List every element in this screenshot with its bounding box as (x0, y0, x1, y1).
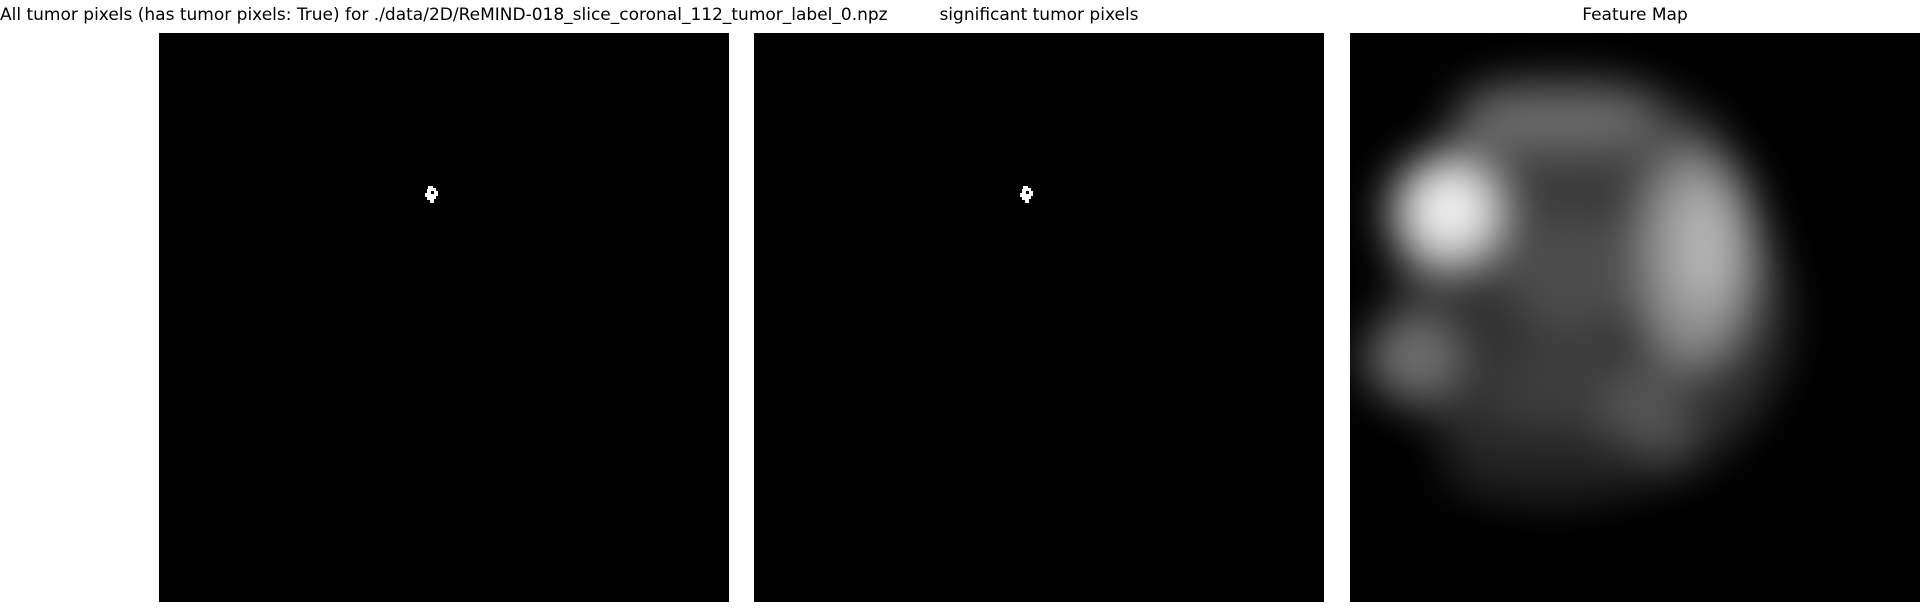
panel-title-feature-map: Feature Map (1582, 5, 1688, 25)
all-tumor-pixels-image (159, 33, 729, 602)
significant-tumor-pixels-image (754, 33, 1324, 602)
panel-title-all-tumor-pixels: All tumor pixels (has tumor pixels: True… (0, 5, 888, 25)
feature-map-image (1350, 33, 1920, 602)
panel-title-significant-tumor-pixels: significant tumor pixels (939, 5, 1139, 25)
tumor-region-mask (425, 186, 438, 203)
significant-tumor-region-mask (1020, 186, 1033, 203)
feature-map-heatmap (1350, 33, 1920, 602)
